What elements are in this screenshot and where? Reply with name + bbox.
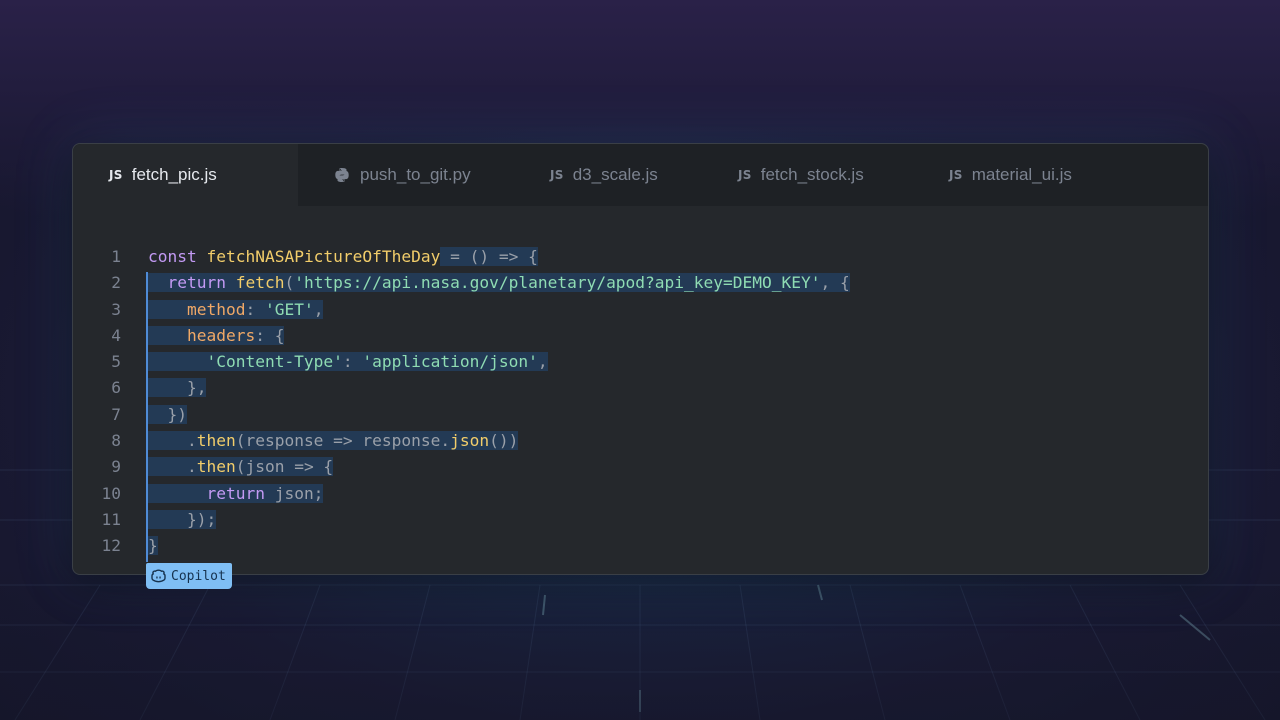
code-line: 8 .then(response => response.json()) — [73, 428, 1208, 454]
line-code: }, — [148, 375, 207, 401]
line-number: 1 — [111, 247, 121, 266]
line-code: return json; — [148, 481, 324, 507]
line-code: headers: { — [148, 323, 285, 349]
js-file-icon: JS — [109, 168, 123, 182]
code-token: : — [245, 299, 265, 319]
line-number: 10 — [101, 483, 122, 503]
code-token: 'https://api.nasa.gov/planetary/apod?api… — [294, 273, 821, 293]
js-file-icon: JS — [550, 168, 564, 182]
code-token: , { — [820, 273, 850, 293]
line-number: 11 — [101, 509, 122, 529]
js-file-icon: JS — [949, 168, 963, 182]
code-line: 3 method: 'GET', — [73, 297, 1208, 323]
code-token: 'Content-Type' — [148, 352, 343, 372]
tab-d3-scale[interactable]: JS d3_scale.js — [516, 144, 705, 206]
code-token: 'GET' — [264, 299, 314, 319]
tab-fetch-pic[interactable]: JS fetch_pic.js — [73, 144, 298, 206]
line-code: method: 'GET', — [148, 297, 324, 323]
copilot-badge[interactable]: Copilot — [146, 563, 232, 589]
line-code: .then(json => { — [148, 454, 334, 480]
code-token: . — [148, 431, 197, 451]
code-token: const — [148, 247, 207, 266]
line-number: 5 — [111, 352, 121, 372]
code-token: return — [148, 273, 236, 293]
code-token: method — [148, 299, 246, 319]
code-token: then — [196, 431, 236, 451]
line-number: 4 — [111, 325, 121, 345]
line-number: 12 — [101, 536, 122, 556]
code-line: 10 return json; — [73, 481, 1208, 507]
tab-label: fetch_pic.js — [131, 165, 217, 184]
code-token: (json => { — [235, 457, 334, 477]
js-file-icon: JS — [738, 168, 752, 182]
code-token: }); — [148, 509, 217, 529]
line-number: 3 — [111, 299, 121, 319]
tab-label: d3_scale.js — [572, 165, 658, 184]
code-editor-window: JS fetch_pic.js push_to_git.py JS d3_sca… — [72, 143, 1209, 589]
tab-label: fetch_stock.js — [760, 165, 864, 184]
code-token: . — [148, 457, 197, 477]
editor-tab-bar: JS fetch_pic.js push_to_git.py JS d3_sca… — [73, 144, 1208, 206]
line-code: return fetch('https://api.nasa.gov/plane… — [148, 270, 850, 296]
code-line: 2 return fetch('https://api.nasa.gov/pla… — [73, 270, 1208, 296]
code-token: }) — [148, 404, 187, 424]
code-token: (response => response. — [235, 431, 451, 451]
code-token: headers — [148, 325, 256, 345]
tab-label: push_to_git.py — [360, 165, 471, 184]
code-area[interactable]: 1 const fetchNASAPictureOfTheDay = () => … — [73, 244, 1208, 560]
line-number: 9 — [111, 457, 121, 477]
line-number: 6 — [111, 378, 121, 398]
python-icon — [334, 167, 350, 183]
code-token: fetch — [235, 273, 285, 293]
code-token: } — [148, 536, 158, 556]
line-number: 2 — [111, 273, 121, 293]
code-token: json; — [274, 483, 324, 503]
code-token: return — [148, 483, 275, 503]
tab-material-ui[interactable]: JS material_ui.js — [916, 144, 1116, 206]
code-line: 9 .then(json => { — [73, 454, 1208, 480]
code-token: = () => { — [440, 247, 538, 266]
code-line: 7 }) — [73, 402, 1208, 428]
line-code: }); — [148, 507, 217, 533]
line-code: }) — [148, 402, 187, 428]
code-token: 'application/json' — [362, 352, 538, 372]
code-line: 6 }, — [73, 375, 1208, 401]
code-token: , — [537, 352, 548, 372]
line-number: 8 — [111, 431, 121, 451]
tab-label: material_ui.js — [971, 165, 1072, 184]
line-number: 7 — [111, 404, 121, 424]
code-token: fetchNASAPictureOfTheDay — [206, 247, 441, 266]
line-code: const fetchNASAPictureOfTheDay = () => { — [148, 244, 538, 270]
code-line: 11 }); — [73, 507, 1208, 533]
code-token: : { — [255, 325, 285, 345]
code-token: }, — [148, 378, 207, 398]
code-line: 1 const fetchNASAPictureOfTheDay = () => … — [73, 244, 1208, 270]
copilot-label: Copilot — [171, 568, 226, 584]
line-code: .then(response => response.json()) — [148, 428, 519, 454]
code-token: ()) — [489, 431, 519, 451]
code-token: then — [196, 457, 236, 477]
code-token: : — [342, 352, 363, 372]
tab-fetch-stock[interactable]: JS fetch_stock.js — [705, 144, 916, 206]
line-code: } — [148, 533, 158, 559]
code-token: ( — [284, 273, 295, 293]
code-token: json — [450, 431, 490, 451]
code-line: 12} — [73, 533, 1208, 559]
tab-push-to-git[interactable]: push_to_git.py — [298, 144, 516, 206]
line-code: 'Content-Type': 'application/json', — [148, 349, 548, 375]
code-line: 4 headers: { — [73, 323, 1208, 349]
copilot-icon — [151, 569, 166, 583]
code-line: 5 'Content-Type': 'application/json', — [73, 349, 1208, 375]
code-token: , — [313, 299, 324, 319]
